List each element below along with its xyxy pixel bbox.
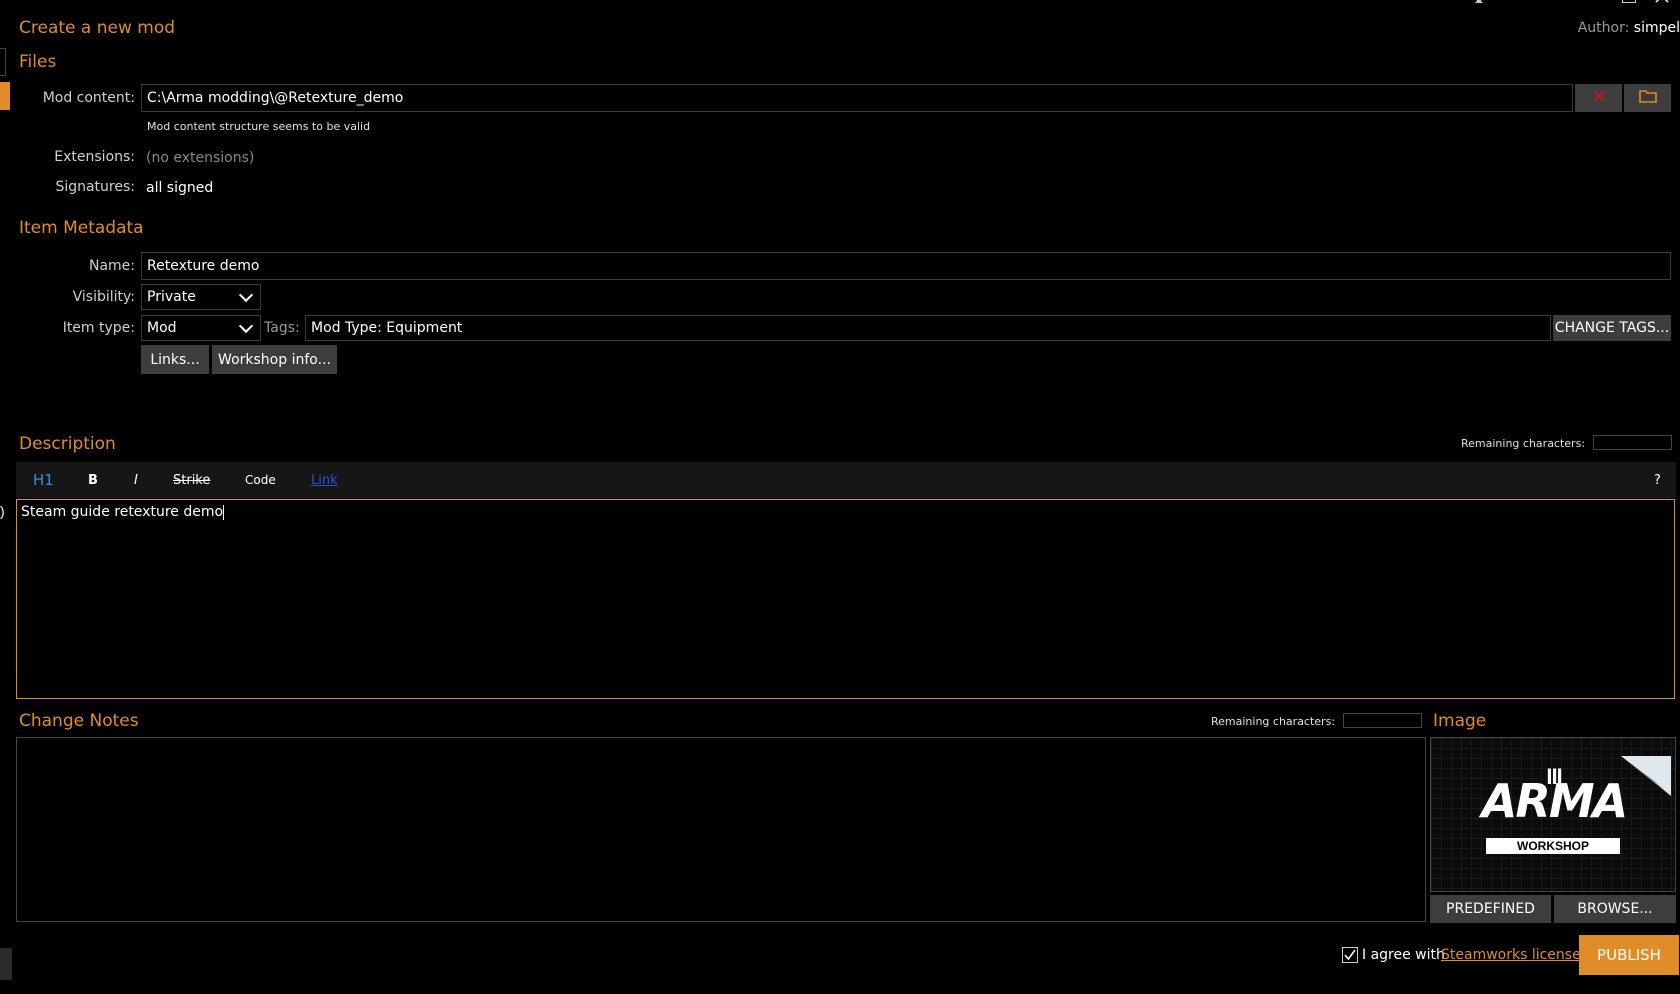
description-remaining-counter — [1593, 435, 1672, 450]
tags-value: Mod Type: Equipment — [311, 320, 463, 336]
window-title: Create a new mod — [19, 18, 176, 38]
agree-text: I agree with — [1362, 947, 1445, 963]
steamworks-license-link[interactable]: Steamworks license — [1441, 947, 1581, 963]
name-value: Retexture demo — [147, 258, 260, 274]
visibility-select[interactable]: Private — [141, 284, 261, 310]
text-cursor — [223, 504, 225, 520]
predefined-button[interactable]: PREDEFINED — [1430, 895, 1551, 923]
description-textarea[interactable]: Steam guide retexture demo — [16, 499, 1675, 699]
change-notes-remaining-counter — [1343, 713, 1422, 728]
item-type-label: Item type: — [62, 320, 135, 336]
clear-mod-content-button[interactable] — [1575, 84, 1622, 112]
bold-button[interactable]: B — [88, 462, 98, 498]
change-notes-header: Change Notes — [19, 711, 139, 731]
maximize-icon[interactable] — [1622, 0, 1636, 3]
folder-icon — [1638, 89, 1657, 107]
name-input[interactable]: Retexture demo — [141, 252, 1671, 280]
signatures-value: all signed — [146, 180, 214, 196]
extensions-value: (no extensions) — [146, 150, 255, 166]
link-button[interactable]: Link — [311, 462, 338, 498]
clear-x-icon — [1592, 89, 1606, 107]
tags-label: Tags: — [264, 320, 300, 336]
name-label: Name: — [88, 258, 135, 274]
code-button[interactable]: Code — [245, 462, 276, 498]
left-edge-bracket: ) — [0, 503, 5, 519]
item-type-select[interactable]: Mod — [141, 315, 261, 341]
mod-content-status: Mod content structure seems to be valid — [147, 120, 371, 133]
extensions-label: Extensions: — [54, 149, 135, 165]
checkmark-icon — [1344, 949, 1356, 961]
author-name: simpel — [1633, 20, 1680, 36]
chevron-down-icon — [238, 287, 254, 302]
agree-checkbox[interactable] — [1342, 947, 1358, 963]
image-header: Image — [1433, 711, 1487, 731]
left-edge-bar — [0, 948, 12, 980]
logo-workshop-text: WORKSHOP — [1486, 838, 1620, 854]
author-label: Author: — [1577, 20, 1630, 36]
close-icon[interactable] — [1654, 0, 1670, 4]
italic-button[interactable]: I — [134, 462, 138, 498]
chevron-down-icon — [238, 318, 254, 333]
author-info: Author: simpel — [1578, 20, 1680, 36]
browse-folder-button[interactable] — [1624, 84, 1671, 112]
item-type-value: Mod — [147, 320, 177, 336]
description-header: Description — [19, 434, 116, 454]
description-text: Steam guide retexture demo — [21, 504, 224, 520]
files-header: Files — [19, 52, 57, 72]
change-notes-textarea[interactable] — [16, 737, 1426, 922]
change-tags-button[interactable]: CHANGE TAGS... — [1553, 315, 1671, 341]
h1-button[interactable]: H1 — [33, 462, 54, 498]
description-toolbar: H1 B I Strike Code Link ? — [16, 462, 1676, 498]
tags-field: Mod Type: Equipment — [305, 315, 1551, 341]
publish-button[interactable]: PUBLISH — [1579, 935, 1679, 975]
mod-content-label: Mod content: — [42, 90, 135, 106]
pin-icon[interactable] — [1474, 0, 1484, 4]
item-metadata-header: Item Metadata — [19, 218, 144, 238]
mod-content-field[interactable]: C:\Arma modding\@Retexture_demo — [141, 84, 1573, 112]
left-edge-strip — [0, 48, 6, 76]
strike-button[interactable]: Strike — [173, 462, 210, 498]
links-button[interactable]: Links... — [141, 345, 209, 374]
description-remaining-label: Remaining characters: — [1461, 437, 1586, 450]
left-edge-accent — [0, 82, 10, 110]
visibility-label: Visibility: — [72, 289, 135, 305]
visibility-value: Private — [147, 289, 196, 305]
mod-content-value: C:\Arma modding\@Retexture_demo — [147, 90, 404, 106]
signatures-label: Signatures: — [55, 179, 135, 195]
logo-text: ARMA — [1481, 774, 1628, 828]
help-button[interactable]: ? — [1654, 462, 1661, 498]
workshop-info-button[interactable]: Workshop info... — [212, 345, 337, 374]
browse-image-button[interactable]: BROWSE... — [1554, 895, 1676, 923]
mod-preview-image: III ARMA WORKSHOP — [1430, 737, 1676, 892]
change-notes-remaining-label: Remaining characters: — [1211, 715, 1336, 728]
